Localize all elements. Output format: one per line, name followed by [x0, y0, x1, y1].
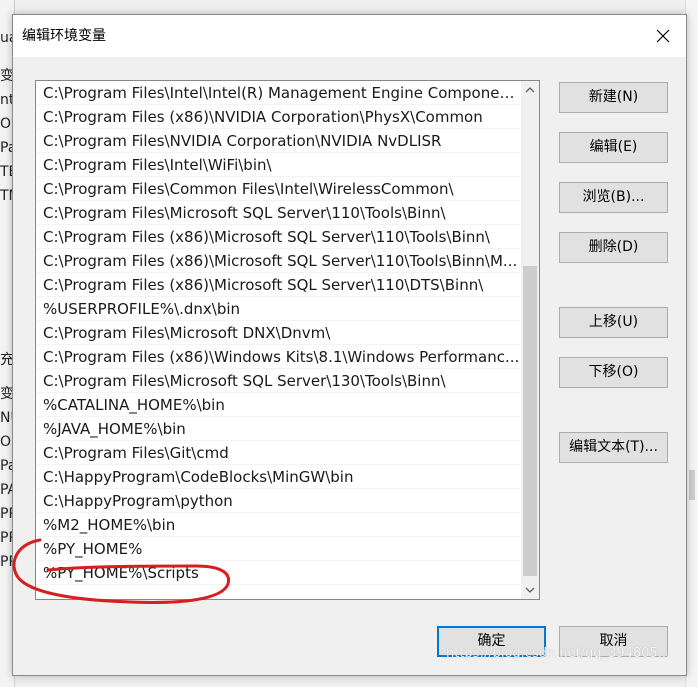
delete-button[interactable]: 删除(D): [559, 232, 668, 263]
scroll-down-button[interactable]: [521, 581, 539, 599]
list-item[interactable]: %M2_HOME%\bin: [36, 513, 520, 537]
scroll-up-button[interactable]: [521, 81, 539, 99]
list-item[interactable]: %CATALINA_HOME%\bin: [36, 393, 520, 417]
chevron-down-icon: [525, 587, 535, 593]
list-item[interactable]: C:\Program Files\Microsoft SQL Server\11…: [36, 201, 520, 225]
list-item[interactable]: C:\Program Files\Microsoft DNX\Dnvm\: [36, 321, 520, 345]
title-bar: 编辑环境变量: [13, 15, 686, 57]
list-item[interactable]: %PY_HOME%\Scripts: [36, 561, 520, 585]
list-item[interactable]: %PY_HOME%: [36, 537, 520, 561]
edit-env-variable-dialog: 编辑环境变量 C:\Program Files\Intel\Intel(R) M…: [12, 14, 687, 676]
list-item[interactable]: %USERPROFILE%\.dnx\bin: [36, 297, 520, 321]
list-scrollbar[interactable]: [521, 81, 539, 599]
move-up-button[interactable]: 上移(U): [559, 307, 668, 338]
list-item[interactable]: C:\Program Files (x86)\Windows Kits\8.1\…: [36, 345, 520, 369]
list-item[interactable]: C:\Program Files (x86)\NVIDIA Corporatio…: [36, 105, 520, 129]
path-list[interactable]: C:\Program Files\Intel\Intel(R) Manageme…: [35, 80, 540, 600]
list-item[interactable]: C:\Program Files\Git\cmd: [36, 441, 520, 465]
list-item[interactable]: C:\HappyProgram\python: [36, 489, 520, 513]
edit-text-button[interactable]: 编辑文本(T)...: [559, 432, 668, 463]
list-item[interactable]: C:\Program Files (x86)\Microsoft SQL Ser…: [36, 273, 520, 297]
edit-button[interactable]: 编辑(E): [559, 132, 668, 163]
dialog-title: 编辑环境变量: [22, 28, 106, 44]
chevron-up-icon: [525, 87, 535, 93]
list-item[interactable]: C:\Program Files\Intel\WiFi\bin\: [36, 153, 520, 177]
new-button[interactable]: 新建(N): [559, 82, 668, 113]
list-item[interactable]: %JAVA_HOME%\bin: [36, 417, 520, 441]
list-item[interactable]: C:\Program Files (x86)\Microsoft SQL Ser…: [36, 225, 520, 249]
watermark: https://blog.csdn.net/qq_394805...: [446, 646, 671, 661]
path-list-rows: C:\Program Files\Intel\Intel(R) Manageme…: [36, 81, 520, 585]
browse-button[interactable]: 浏览(B)...: [559, 182, 668, 213]
move-down-button[interactable]: 下移(O): [559, 357, 668, 388]
close-icon: [656, 29, 670, 43]
list-item[interactable]: C:\Program Files (x86)\Microsoft SQL Ser…: [36, 249, 520, 273]
scrollbar-thumb[interactable]: [523, 266, 537, 576]
list-item[interactable]: C:\HappyProgram\CodeBlocks\MinGW\bin: [36, 465, 520, 489]
background-scrollbar-thumb: [689, 470, 695, 500]
list-item[interactable]: C:\Program Files\NVIDIA Corporation\NVID…: [36, 129, 520, 153]
list-item[interactable]: C:\Program Files\Intel\Intel(R) Manageme…: [36, 81, 520, 105]
close-button[interactable]: [640, 15, 686, 57]
list-item[interactable]: C:\Program Files\Common Files\Intel\Wire…: [36, 177, 520, 201]
list-item[interactable]: C:\Program Files\Microsoft SQL Server\13…: [36, 369, 520, 393]
